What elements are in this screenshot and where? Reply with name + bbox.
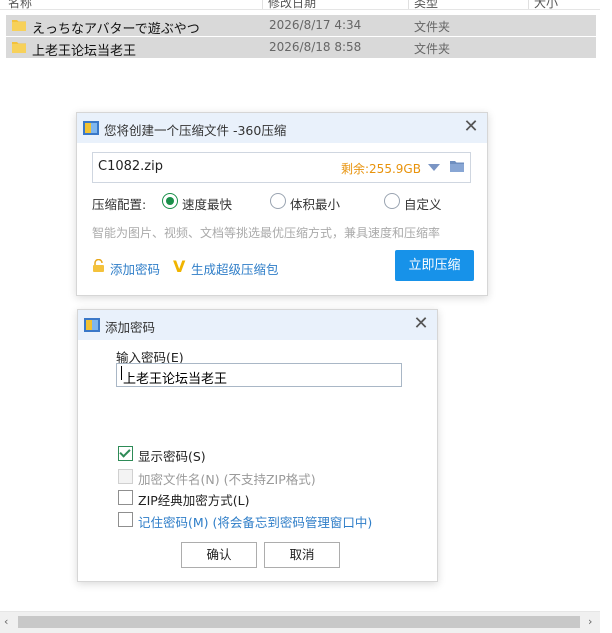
password-input[interactable]: 上老王论坛当老王: [116, 363, 402, 387]
horizontal-scrollbar[interactable]: ‹ ›: [0, 611, 600, 633]
show-password-checkbox[interactable]: [118, 446, 133, 461]
radio-fastest[interactable]: [162, 193, 178, 209]
compress-dialog-titlebar[interactable]: 您将创建一个压缩文件 -360压缩 ✕: [77, 113, 487, 143]
add-password-link[interactable]: 添加密码: [110, 259, 160, 278]
radio-smallest[interactable]: [270, 193, 286, 209]
column-divider[interactable]: [408, 0, 409, 9]
compress-dialog: 您将创建一个压缩文件 -360压缩 ✕ C1082.zip 剩余:255.9GB…: [76, 112, 488, 296]
radio-custom-label[interactable]: 自定义: [404, 194, 442, 213]
archive-path-value: C1082.zip: [98, 159, 163, 174]
compress-dialog-title: 您将创建一个压缩文件 -360压缩: [104, 123, 287, 138]
password-dialog-title: 添加密码: [105, 320, 156, 335]
column-date[interactable]: 修改日期: [268, 0, 316, 9]
remember-password-checkbox[interactable]: [118, 512, 133, 527]
compress-now-button[interactable]: 立即压缩: [395, 250, 474, 281]
column-divider[interactable]: [262, 0, 263, 9]
cancel-button[interactable]: 取消: [264, 542, 340, 568]
zip-classic-encryption-label[interactable]: ZIP经典加密方式(L): [138, 490, 250, 509]
scroll-left-icon[interactable]: ‹: [4, 615, 8, 628]
encrypt-filenames-label: 加密文件名(N) (不支持ZIP格式): [138, 472, 316, 487]
file-row[interactable]: えっちなアバターで遊ぶやつ 2026/8/17 4:34 文件夹: [6, 15, 596, 37]
password-value: 上老王论坛当老王: [123, 372, 228, 387]
file-date: 2026/8/17 4:34: [269, 18, 362, 32]
dropdown-arrow-icon[interactable]: [428, 164, 440, 171]
remember-password-label[interactable]: 记住密码(M) (将会备忘到密码管理窗口中): [138, 512, 372, 531]
file-date: 2026/8/18 8:58: [269, 40, 362, 54]
archive-path-field[interactable]: C1082.zip 剩余:255.9GB: [92, 152, 471, 183]
close-icon[interactable]: ✕: [411, 314, 431, 334]
scrollbar-thumb[interactable]: [18, 616, 580, 628]
show-password-label[interactable]: 显示密码(S): [138, 446, 206, 465]
compress-hint: 智能为图片、视频、文档等挑选最优压缩方式，兼具速度和压缩率: [92, 226, 441, 240]
ok-button[interactable]: 确认: [181, 542, 257, 568]
file-name: 上老王论坛当老王: [32, 44, 137, 59]
file-type: 文件夹: [414, 20, 451, 34]
column-name[interactable]: 名称: [8, 0, 32, 9]
column-type[interactable]: 类型: [414, 0, 438, 9]
archive-icon: [84, 318, 100, 332]
password-dialog-titlebar[interactable]: 添加密码 ✕: [78, 310, 437, 340]
column-size[interactable]: 大小: [534, 0, 558, 9]
encrypt-filenames-checkbox: [118, 469, 133, 484]
radio-smallest-label[interactable]: 体积最小: [290, 194, 340, 213]
column-divider[interactable]: [528, 0, 529, 9]
folder-icon: [12, 42, 26, 53]
file-name: えっちなアバターで遊ぶやつ: [32, 22, 200, 37]
browse-folder-icon[interactable]: [450, 160, 464, 172]
text-caret: [121, 366, 122, 380]
archive-icon: [83, 121, 99, 135]
file-row[interactable]: 上老王论坛当老王 2026/8/18 8:58 文件夹: [6, 37, 596, 59]
lock-icon[interactable]: [92, 259, 105, 272]
free-space-label: 剩余:255.9GB: [341, 162, 421, 176]
password-dialog: 添加密码 ✕ 输入密码(E) 上老王论坛当老王 显示密码(S) 加密文件名(N)…: [77, 309, 438, 582]
super-pack-icon[interactable]: V: [173, 257, 185, 276]
folder-icon: [12, 20, 26, 31]
close-icon[interactable]: ✕: [461, 117, 481, 137]
file-type: 文件夹: [414, 42, 451, 56]
compress-config-label: 压缩配置:: [92, 197, 147, 212]
scroll-right-icon[interactable]: ›: [588, 615, 592, 628]
radio-custom[interactable]: [384, 193, 400, 209]
super-pack-link[interactable]: 生成超级压缩包: [191, 259, 279, 278]
radio-fastest-label[interactable]: 速度最快: [182, 194, 232, 213]
column-header: 名称 修改日期 类型 大小: [0, 0, 600, 10]
zip-classic-encryption-checkbox[interactable]: [118, 490, 133, 505]
